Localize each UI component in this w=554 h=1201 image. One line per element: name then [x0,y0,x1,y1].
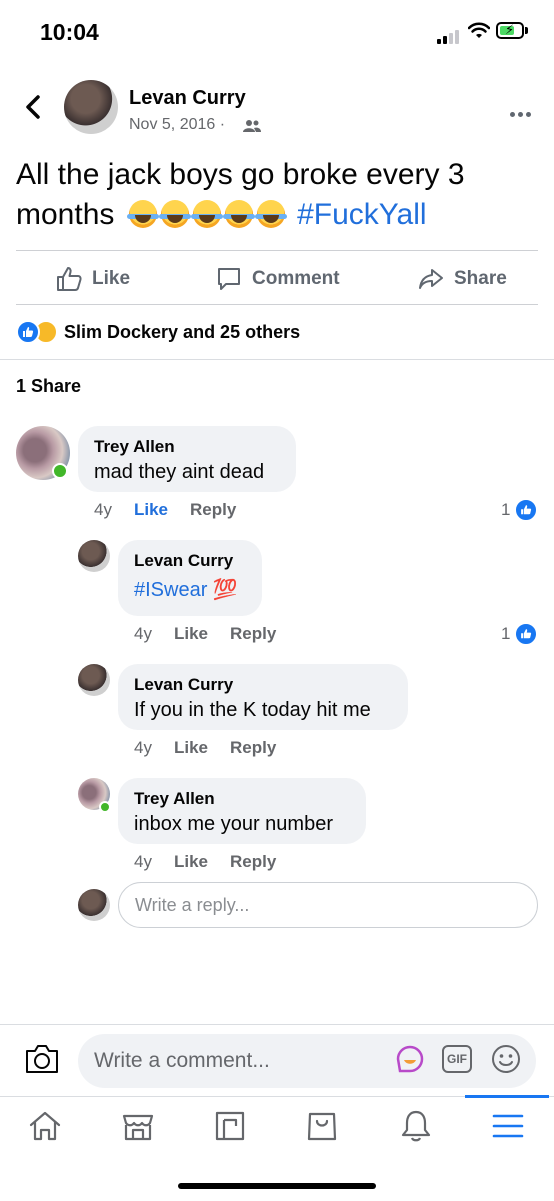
divider [16,250,538,251]
comment-age: 4y [134,738,152,757]
comment-meta: 4y Like Reply [134,738,276,758]
post-hashtag[interactable]: #FuckYall [297,198,427,231]
post-author-name[interactable]: Levan Curry [129,87,246,110]
comment-like-count: 1 [501,622,539,646]
emoji-icon[interactable] [490,1043,522,1075]
comment-like-button[interactable]: Like [174,738,208,758]
comment-bubble[interactable]: Trey Allen mad they aint dead [78,426,296,492]
laughing-emoji-icon [190,200,223,228]
battery-icon: ⚡ [496,22,524,39]
author-avatar[interactable] [64,80,118,134]
wifi-icon [468,22,490,38]
comment-text[interactable]: #ISwear 💯 [134,576,246,604]
comment-age: 4y [134,624,152,643]
active-tab-indicator [465,1095,549,1098]
comment-text: inbox me your number [134,813,333,835]
commenter-name[interactable]: Trey Allen [134,788,350,810]
comment-meta: 4y Like Reply [94,500,236,520]
comment-bubble[interactable]: Trey Allen inbox me your number [118,778,366,844]
divider [0,359,554,360]
menu-icon[interactable] [490,1108,526,1144]
shares-count[interactable]: 1 Share [16,376,81,397]
post-date[interactable]: Nov 5, 2016 · [129,116,225,134]
comment-reply-button[interactable]: Reply [190,500,236,520]
laughing-emoji-icon [126,200,159,228]
commenter-avatar[interactable] [78,664,110,696]
comment-bubble[interactable]: Levan Curry If you in the K today hit me [118,664,408,730]
share-button[interactable]: Share [418,266,507,292]
like-reaction-icon [16,320,40,344]
like-count-number: 1 [501,500,511,519]
like-icon [57,267,82,291]
share-label: Share [454,268,507,289]
camera-icon[interactable] [24,1042,60,1076]
commenter-name[interactable]: Trey Allen [94,436,280,458]
like-count-number: 1 [501,624,511,643]
reaction-summary-text: Slim Dockery and 25 others [64,321,301,342]
comment-like-button[interactable]: Like [134,500,168,520]
gif-icon[interactable]: GIF [442,1045,472,1073]
shop-icon[interactable] [304,1108,340,1144]
comment-reply-button[interactable]: Reply [230,738,276,758]
share-icon [419,269,443,289]
notifications-icon[interactable] [398,1108,434,1144]
post-text-line2: months [16,198,115,231]
comment-label: Comment [252,268,340,289]
comment-button[interactable]: Comment [216,266,340,292]
home-indicator [178,1183,376,1189]
comment-icon [218,268,240,290]
comment-age: 4y [94,500,112,519]
post-text: All the jack boys go broke every 3 month… [16,155,536,235]
comment-like-button[interactable]: Like [174,624,208,644]
home-icon[interactable] [27,1108,63,1144]
sticker-icon[interactable] [394,1043,426,1075]
reaction-summary[interactable]: Slim Dockery and 25 others [16,320,300,344]
more-icon[interactable] [510,104,534,122]
signal-icon [437,26,461,44]
comment-text: If you in the K today hit me [134,699,371,721]
comment-reply-button[interactable]: Reply [230,852,276,872]
like-reaction-icon [514,498,539,522]
laughing-emoji-icon [158,200,191,228]
current-user-avatar [78,889,110,921]
post-text-line1: All the jack boys go broke every 3 [16,158,465,191]
commenter-name[interactable]: Levan Curry [134,674,392,696]
laughing-emoji-group [126,198,297,231]
comment-text: mad they aint dead [94,461,265,483]
status-bar: 10:04 ⚡ [0,0,554,60]
online-indicator [99,801,111,813]
comment-like-count: 1 [501,498,539,522]
comment-age: 4y [134,852,152,871]
commenter-avatar[interactable] [78,540,110,572]
comment-meta: 4y Like Reply [134,624,276,644]
status-time: 10:04 [40,19,99,45]
friends-icon [243,120,261,132]
pages-icon[interactable] [212,1108,248,1144]
laughing-emoji-icon [254,200,287,228]
laughing-emoji-icon [222,200,255,228]
online-indicator [52,463,68,479]
comment-reply-button[interactable]: Reply [230,624,276,644]
divider [16,304,538,305]
reply-input[interactable]: Write a reply... [118,882,538,928]
marketplace-icon[interactable] [120,1108,156,1144]
like-reaction-icon [514,622,539,646]
commenter-name[interactable]: Levan Curry [134,550,246,572]
back-arrow-icon[interactable] [20,92,46,122]
comment-meta: 4y Like Reply [134,852,276,872]
comment-like-button[interactable]: Like [174,852,208,872]
like-button[interactable]: Like [56,266,130,292]
comment-bubble[interactable]: Levan Curry #ISwear 💯 [118,540,262,616]
like-label: Like [92,268,131,289]
